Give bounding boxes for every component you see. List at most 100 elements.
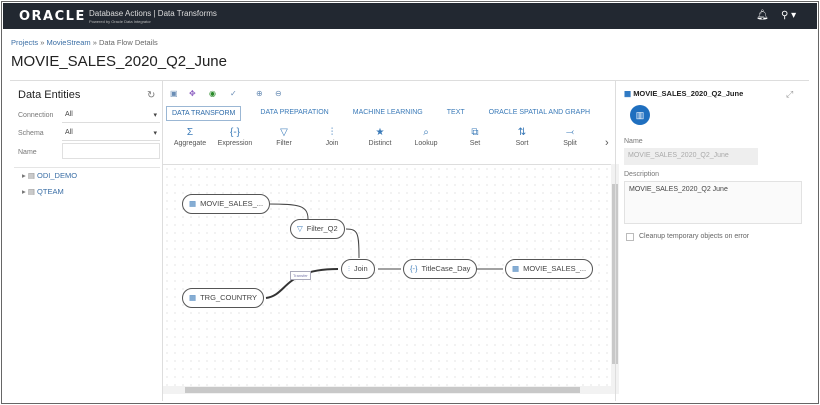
- breadcrumb-current: Data Flow Details: [99, 38, 158, 47]
- node-label: Filter_Q2: [306, 224, 338, 233]
- properties-panel: ▦ MOVIE_SALES_2020_Q2_June ⤢ ▥ Name MOVI…: [615, 81, 809, 401]
- table-icon: ▦: [624, 89, 632, 98]
- node-trg-country[interactable]: ▦ TRG_COUNTRY: [182, 288, 265, 308]
- schema-label: Schema: [18, 130, 44, 137]
- horizontal-scrollbar[interactable]: [163, 386, 619, 394]
- connection-value: All: [65, 111, 73, 118]
- powered-by: Powered by Oracle Data Integrator: [89, 19, 151, 24]
- search-icon: ⌕: [423, 127, 429, 138]
- node-label: MOVIE_SALES_...: [200, 199, 264, 208]
- properties-title: ▦ MOVIE_SALES_2020_Q2_June: [624, 89, 743, 98]
- palette-label: Aggregate: [173, 140, 207, 147]
- filter-icon: ▽: [297, 224, 303, 233]
- page-title: MOVIE_SALES_2020_Q2_June: [11, 53, 227, 70]
- tab-text[interactable]: TEXT: [442, 106, 470, 121]
- node-join[interactable]: ⫶ Join: [341, 259, 375, 279]
- title-text: MOVIE_SALES_2020_Q2_June: [633, 89, 744, 98]
- auto-layout-icon[interactable]: ✥: [189, 89, 196, 98]
- palette-label: Expression: [217, 140, 253, 147]
- palette-expression[interactable]: {-} Expression: [213, 127, 257, 147]
- tab-machine-learning[interactable]: MACHINE LEARNING: [348, 106, 428, 121]
- palette-filter[interactable]: ▽ Filter: [262, 127, 306, 147]
- tab-oracle-spatial-graph[interactable]: ORACLE SPATIAL AND GRAPH: [484, 106, 595, 121]
- bell-icon[interactable]: 🔔︎: [756, 10, 769, 21]
- description-field[interactable]: MOVIE_SALES_2020_Q2 June: [624, 181, 802, 224]
- connection-label: Connection: [18, 112, 54, 119]
- tab-data-preparation[interactable]: DATA PREPARATION: [255, 106, 333, 121]
- name-field[interactable]: MOVIE_SALES_2020_Q2_June: [624, 148, 758, 165]
- run-icon[interactable]: ◉: [209, 89, 216, 98]
- expression-icon: {-}: [410, 264, 418, 273]
- table-icon: ▦: [189, 199, 197, 208]
- zoom-out-icon[interactable]: ⊖: [275, 89, 282, 98]
- split-icon: ⤙: [566, 127, 574, 138]
- sort-icon: ⇅: [517, 127, 527, 138]
- tree-label: QTEAM: [37, 187, 64, 196]
- palette-label: Set: [469, 140, 481, 147]
- breadcrumb: Projects » MovieStream » Data Flow Detai…: [11, 38, 158, 47]
- app-title: Database Actions | Data Transforms: [89, 9, 217, 18]
- chevron-down-icon: ▾: [153, 112, 157, 119]
- description-label: Description: [624, 171, 660, 178]
- columns-icon[interactable]: ▥: [630, 105, 650, 125]
- node-label: MOVIE_SALES_...: [523, 264, 587, 273]
- divider: [14, 167, 160, 168]
- schema-value: All: [65, 129, 73, 136]
- node-source-movie-sales[interactable]: ▦ MOVIE_SALES_...: [182, 194, 271, 214]
- refresh-icon[interactable]: ↻: [147, 90, 155, 101]
- zoom-in-icon[interactable]: ⊕: [256, 89, 263, 98]
- name-input[interactable]: [62, 143, 160, 159]
- link-src-filter: [267, 203, 309, 220]
- scroll-thumb[interactable]: [185, 387, 580, 393]
- tree-item-qteam[interactable]: ▸ ▤ QTEAM: [22, 187, 64, 196]
- node-label: TitleCase_Day: [421, 264, 471, 273]
- tree-item-odi-demo[interactable]: ▸ ▤ ODI_DEMO: [22, 171, 77, 180]
- table-icon: ▦: [189, 293, 197, 302]
- schema-select[interactable]: All ▾: [62, 125, 160, 141]
- flow-canvas-area: ▣ ✥ ◉ ✓ ⊕ ⊖ DATA TRANSFORM DATA PREPARAT…: [163, 81, 619, 401]
- user-menu-icon[interactable]: ⚲ ▾: [781, 10, 796, 21]
- cleanup-label: Cleanup temporary objects on error: [639, 233, 750, 240]
- connection-select[interactable]: All ▾: [62, 107, 160, 123]
- join-icon: ⫶: [348, 264, 350, 273]
- palette-label: Split: [563, 140, 577, 147]
- palette-set[interactable]: ⧉ Set: [453, 127, 497, 147]
- palette-sort[interactable]: ⇅ Sort: [500, 127, 544, 147]
- palette-label: Sort: [515, 140, 529, 147]
- palette-distinct[interactable]: ★ Distinct: [358, 127, 402, 147]
- palette-label: Filter: [276, 140, 292, 147]
- save-icon[interactable]: ▣: [170, 89, 178, 98]
- breadcrumb-projects[interactable]: Projects: [11, 38, 38, 47]
- palette-label: Join: [325, 140, 339, 147]
- set-icon: ⧉: [471, 127, 479, 138]
- expression-icon: {-}: [229, 127, 240, 138]
- filter-icon: ▽: [280, 127, 288, 138]
- palette-join[interactable]: ⫶ Join: [310, 127, 354, 147]
- cleanup-checkbox[interactable]: [626, 233, 634, 241]
- chevron-down-icon: ▾: [153, 130, 157, 137]
- name-label: Name: [18, 149, 37, 156]
- link-label[interactable]: Transfer: [290, 271, 311, 280]
- tab-data-transform[interactable]: DATA TRANSFORM: [166, 106, 242, 121]
- palette-aggregate[interactable]: Σ Aggregate: [168, 127, 212, 147]
- name-label: Name: [624, 138, 643, 145]
- expand-icon[interactable]: ⤢: [786, 89, 793, 100]
- breadcrumb-sep: »: [40, 38, 45, 47]
- breadcrumb-sep: »: [92, 38, 97, 47]
- node-target-movie-sales[interactable]: ▦ MOVIE_SALES_...: [505, 259, 594, 279]
- node-filter[interactable]: ▽ Filter_Q2: [290, 219, 345, 239]
- palette-split[interactable]: ⤙ Split: [548, 127, 592, 147]
- link-filter-join: [345, 228, 360, 259]
- star-icon: ★: [375, 127, 385, 138]
- palette-lookup[interactable]: ⌕ Lookup: [404, 127, 448, 147]
- node-expression[interactable]: {-} TitleCase_Day: [403, 259, 478, 279]
- category-tabs: DATA TRANSFORM DATA PREPARATION MACHINE …: [166, 106, 595, 121]
- breadcrumb-moviestream[interactable]: MovieStream: [46, 38, 90, 47]
- table-icon: ▦: [512, 264, 520, 273]
- validate-icon[interactable]: ✓: [230, 89, 237, 98]
- oracle-logo: ORACLE: [19, 9, 86, 24]
- sigma-icon: Σ: [186, 127, 194, 138]
- chevron-right-icon[interactable]: ›: [605, 137, 609, 149]
- palette-label: Distinct: [368, 140, 392, 147]
- top-header: ORACLE Database Actions | Data Transform…: [3, 3, 817, 29]
